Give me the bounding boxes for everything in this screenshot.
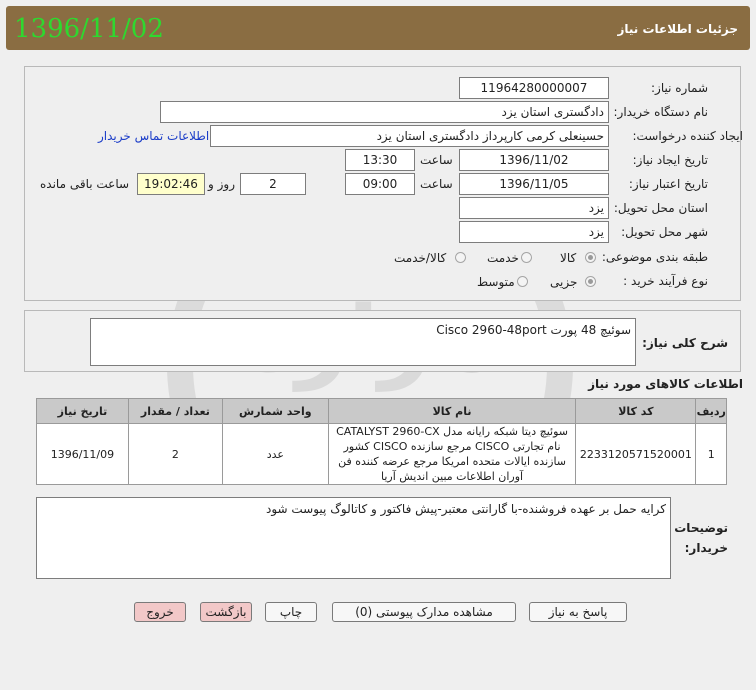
print-button[interactable]: چاپ: [265, 602, 317, 622]
created-date-label: تاریخ ایجاد نیاز:: [632, 153, 708, 167]
created-time-field: 13:30: [345, 149, 415, 171]
notes-label-line1: توضیحات: [674, 521, 728, 535]
items-table: تاریخ نیاز تعداد / مقدار واحد شمارش نام …: [36, 398, 727, 485]
process-radio-medium[interactable]: [517, 276, 528, 287]
buyer-notes-field: کرایه حمل بر عهده فروشنده-با گارانتی معت…: [36, 497, 671, 579]
buyer-contact-link[interactable]: اطلاعات تماس خریدار: [98, 129, 209, 143]
col-need-date: تاریخ نیاز: [36, 398, 129, 424]
city-label: شهر محل تحویل:: [621, 225, 708, 239]
province-label: استان محل تحویل:: [613, 201, 708, 215]
cell-item-name: سوئیچ دیتا شبکه رایانه مدل CATALYST 2960…: [327, 423, 577, 485]
process-option-minor: جزیی: [550, 275, 578, 289]
need-number-field: 11964280000007: [459, 77, 609, 99]
exit-button[interactable]: خروج: [134, 602, 186, 622]
category-option-service: خدمت: [487, 251, 519, 265]
creator-field: حسینعلی کرمی کارپرداز دادگستری استان یزد: [210, 125, 609, 147]
notes-label-line2: خریدار:: [684, 541, 728, 555]
category-radio-both[interactable]: [455, 252, 466, 263]
buyer-org-field: دادگستری استان یزد: [160, 101, 609, 123]
col-item-code: کد کالا: [575, 398, 697, 424]
need-number-label: شماره نیاز:: [651, 81, 708, 95]
validity-date-field: 1396/11/05: [459, 173, 609, 195]
validity-time-label: ساعت: [420, 177, 453, 191]
cell-need-date: 1396/11/09: [36, 423, 129, 485]
validity-date-label: تاریخ اعتبار نیاز:: [628, 177, 708, 191]
days-label: روز و: [208, 177, 235, 191]
category-radio-service[interactable]: [521, 252, 532, 263]
category-option-goods: کالا: [560, 251, 577, 265]
back-button[interactable]: بازگشت: [200, 602, 252, 622]
reply-button[interactable]: پاسخ به نیاز: [529, 602, 627, 622]
col-row: ردیف: [695, 398, 727, 424]
buyer-notes-text: کرایه حمل بر عهده فروشنده-با گارانتی معت…: [265, 502, 666, 516]
buyer-org-label: نام دستگاه خریدار:: [613, 105, 709, 119]
process-radio-minor[interactable]: [585, 276, 596, 287]
page-title: جزئیات اطلاعات نیاز: [617, 22, 738, 36]
summary-text: سوئیچ 48 پورت Cisco 2960-48port: [436, 323, 631, 337]
summary-label: شرح کلی نیاز:: [642, 336, 728, 350]
cell-item-code: 2233120571520001: [575, 423, 697, 485]
col-unit: واحد شمارش: [221, 398, 329, 424]
process-label: نوع فرآیند خرید :: [623, 274, 708, 288]
cell-quantity: 2: [127, 423, 223, 485]
items-section-title: اطلاعات کالاهای مورد نیاز: [588, 377, 743, 391]
page-header: جزئیات اطلاعات نیاز 1396/11/02: [6, 6, 750, 50]
remaining-label: ساعت باقی مانده: [40, 177, 130, 191]
province-field: یزد: [459, 197, 609, 219]
col-item-name: نام کالا: [327, 398, 577, 424]
summary-field: سوئیچ 48 پورت Cisco 2960-48port: [90, 318, 636, 366]
remaining-days-field: 2: [240, 173, 306, 195]
category-option-both: کالا/خدمت: [394, 251, 447, 265]
city-field: یزد: [459, 221, 609, 243]
created-time-label: ساعت: [420, 153, 453, 167]
view-attachments-button[interactable]: مشاهده مدارک پیوستی (0): [332, 602, 516, 622]
category-label: طبقه بندی موضوعی:: [601, 250, 708, 264]
validity-time-field: 09:00: [345, 173, 415, 195]
header-date: 1396/11/02: [14, 14, 164, 44]
cell-unit: عدد: [221, 423, 329, 485]
created-date-field: 1396/11/02: [459, 149, 609, 171]
process-option-medium: متوسط: [477, 275, 515, 289]
table-row: 1396/11/09 2 عدد سوئیچ دیتا شبکه رایانه …: [36, 423, 727, 485]
cell-row: 1: [695, 423, 727, 485]
creator-label: ایجاد کننده درخواست:: [632, 129, 743, 143]
col-quantity: تعداد / مقدار: [127, 398, 223, 424]
category-radio-goods[interactable]: [585, 252, 596, 263]
remaining-time-field: 19:02:46: [137, 173, 205, 195]
